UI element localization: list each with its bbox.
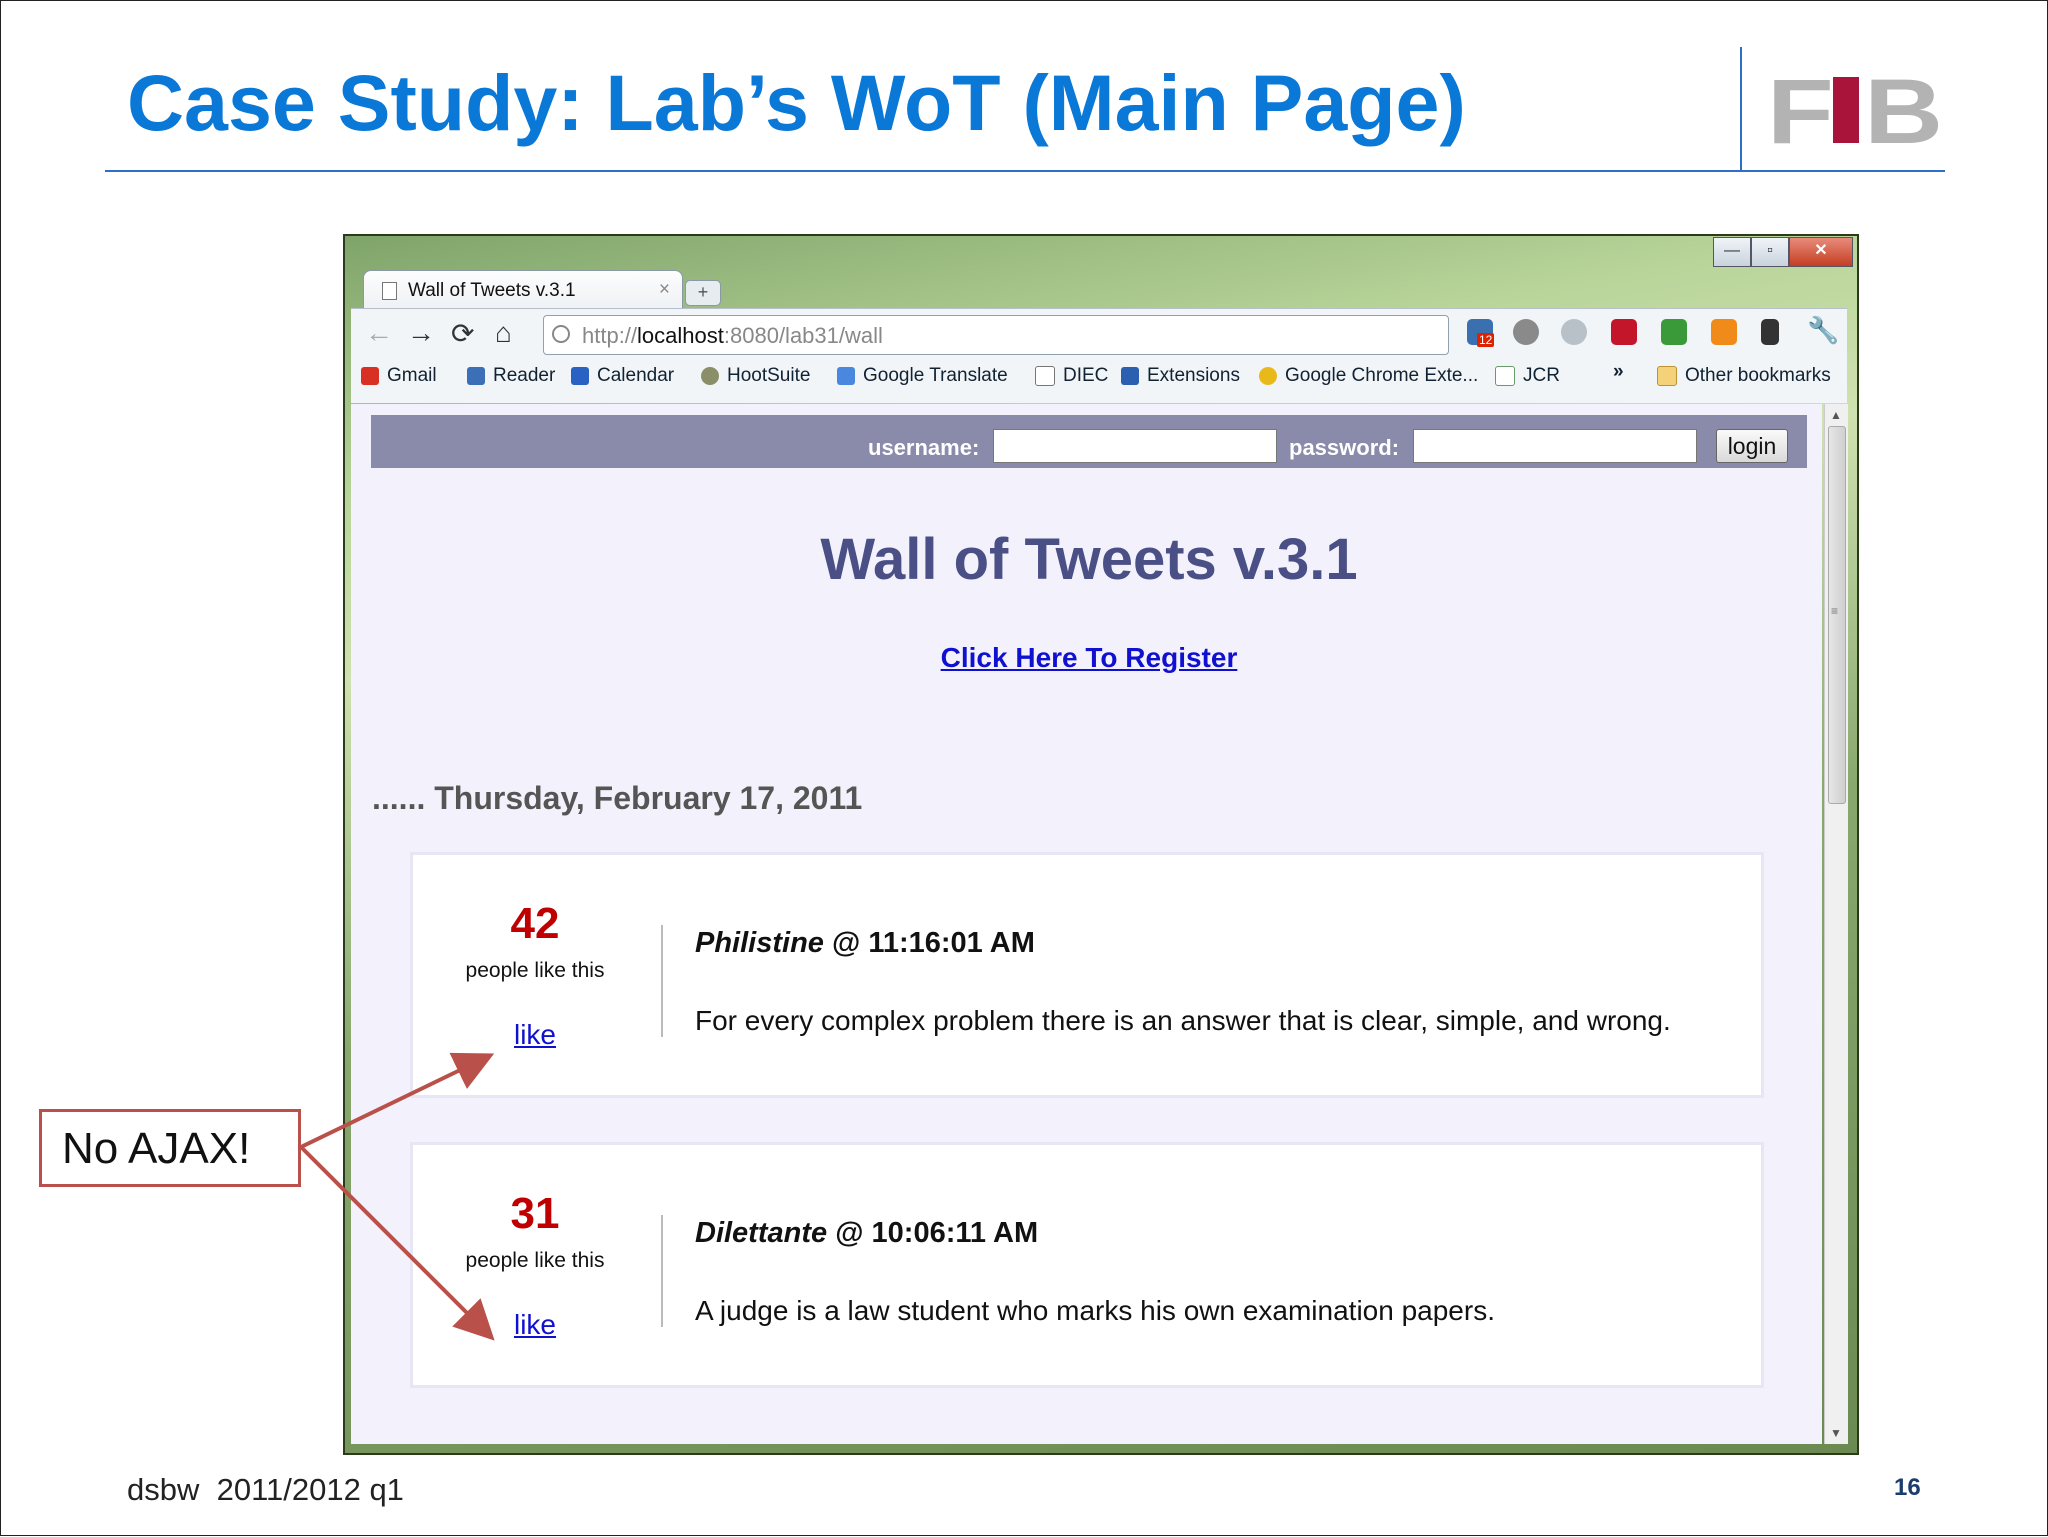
like-link[interactable]: like: [413, 1309, 657, 1341]
hootsuite-icon: [701, 367, 719, 385]
minimize-button[interactable]: —: [1713, 237, 1751, 267]
tweet-card: 31 people like this like Dilettante @ 10…: [410, 1142, 1764, 1388]
bookmark-chrome-extensions[interactable]: Google Chrome Exte...: [1259, 365, 1478, 387]
url-rest: :8080/lab31/wall: [723, 323, 883, 348]
bookmark-reader[interactable]: Reader: [467, 365, 555, 387]
jcr-icon: [1495, 366, 1515, 386]
scroll-up-icon[interactable]: ▲: [1830, 408, 1842, 422]
footer-course: dsbw 2011/2012 q1: [127, 1472, 404, 1507]
maximize-button[interactable]: ▫: [1751, 237, 1789, 267]
browser-window: — ▫ ✕ Wall of Tweets v.3.1 × + ← → ⟳ ⌂ h…: [343, 234, 1859, 1455]
tab-title: Wall of Tweets v.3.1: [408, 280, 576, 301]
people-like-label: people like this: [465, 959, 605, 982]
scroll-grip-icon: ≡: [1831, 604, 1839, 618]
bookmark-calendar[interactable]: Calendar: [571, 365, 674, 387]
tab-close-icon[interactable]: ×: [659, 279, 670, 301]
tweet-at: @: [823, 927, 869, 959]
address-url: http://localhost:8080/lab31/wall: [582, 323, 883, 349]
vertical-scrollbar[interactable]: ▲ ≡ ▼: [1824, 404, 1848, 1444]
fib-logo-red-bar: [1833, 77, 1859, 143]
slide: Case Study: Lab’s WoT (Main Page) FIB — …: [0, 0, 2048, 1536]
callout-text: No AJAX!: [62, 1124, 251, 1173]
page-number: 16: [1894, 1474, 1921, 1501]
tweet-author: Philistine: [695, 927, 824, 959]
bookmarks-bar: Gmail Reader Calendar HootSuite Google T…: [351, 359, 1847, 395]
gear-extension-icon[interactable]: [1513, 319, 1539, 345]
chrome-icon: [1259, 367, 1277, 385]
url-host: localhost: [637, 323, 724, 348]
bookmark-hootsuite[interactable]: HootSuite: [701, 365, 810, 387]
slide-title: Case Study: Lab’s WoT (Main Page): [127, 58, 1466, 147]
green-extension-icon[interactable]: [1661, 319, 1687, 345]
reader-icon: [467, 367, 485, 385]
tweet-header: Dilettante @ 10:06:11 AM: [695, 1217, 1038, 1250]
puzzle-icon: [1121, 367, 1139, 385]
register-link[interactable]: Click Here To Register: [351, 642, 1807, 674]
phone-extension-icon[interactable]: [1761, 319, 1779, 345]
like-count: 42: [510, 899, 560, 948]
bookmark-jcr[interactable]: JCR: [1495, 365, 1560, 387]
globe-icon: [552, 325, 570, 343]
other-bookmarks[interactable]: Other bookmarks: [1657, 365, 1831, 387]
forward-arrow-icon[interactable]: →: [407, 317, 435, 349]
page-heading: Wall of Tweets v.3.1: [820, 527, 1358, 592]
home-icon[interactable]: ⌂: [495, 317, 512, 349]
extension-badge: 12: [1477, 333, 1495, 347]
username-input[interactable]: [993, 429, 1277, 463]
page-icon: [1035, 366, 1055, 386]
url-prefix: http://: [582, 323, 638, 348]
login-button[interactable]: login: [1716, 429, 1788, 463]
bookmark-diec[interactable]: DIEC: [1035, 365, 1108, 387]
logo-divider: [1740, 47, 1742, 171]
fib-logo: FIB: [1767, 75, 1943, 147]
tweet-time: 10:06:11 AM: [871, 1217, 1039, 1249]
browser-toolbar: ← → ⟳ ⌂ http://localhost:8080/lab31/wall…: [351, 308, 1847, 403]
bookmark-extensions[interactable]: Extensions: [1121, 365, 1240, 387]
people-like-label: people like this: [465, 1249, 605, 1272]
username-label: username:: [868, 435, 980, 460]
gmail-icon: [361, 367, 379, 385]
tweet-text: For every complex problem there is an an…: [695, 1005, 1671, 1036]
wrench-icon[interactable]: 🔧: [1807, 315, 1839, 346]
tweet-time: 11:16:01 AM: [868, 927, 1035, 959]
tweet-text: A judge is a law student who marks his o…: [695, 1295, 1495, 1326]
address-bar[interactable]: http://localhost:8080/lab31/wall: [543, 315, 1449, 355]
tweet-header: Philistine @ 11:16:01 AM: [695, 927, 1035, 960]
red-extension-icon[interactable]: [1611, 319, 1637, 345]
like-link[interactable]: like: [413, 1019, 657, 1051]
browser-tab[interactable]: Wall of Tweets v.3.1 ×: [363, 270, 683, 309]
callout-box: No AJAX!: [39, 1109, 301, 1187]
globe-extension-icon[interactable]: [1561, 319, 1587, 345]
tweet-author: Dilettante: [695, 1217, 828, 1249]
close-window-button[interactable]: ✕: [1789, 237, 1853, 267]
page-icon: [382, 282, 397, 300]
scroll-down-icon[interactable]: ▼: [1830, 1426, 1842, 1440]
bookmark-gmail[interactable]: Gmail: [361, 365, 437, 387]
reload-icon[interactable]: ⟳: [451, 317, 474, 350]
back-arrow-icon[interactable]: ←: [365, 317, 393, 349]
like-count: 31: [510, 1189, 560, 1238]
bookmarks-overflow-button[interactable]: »: [1613, 361, 1624, 383]
bookmark-google-translate[interactable]: Google Translate: [837, 365, 1008, 387]
rss-extension-icon[interactable]: 12: [1467, 319, 1495, 347]
password-input[interactable]: [1413, 429, 1697, 463]
translate-icon: [837, 367, 855, 385]
tweet-card: 42 people like this like Philistine @ 11…: [410, 852, 1764, 1098]
tweet-divider: [661, 925, 663, 1037]
folder-icon: [1657, 366, 1677, 386]
login-bar: username: password: login: [371, 415, 1807, 468]
tweet-at: @: [827, 1217, 872, 1249]
date-heading: ...... Thursday, February 17, 2011: [372, 780, 863, 816]
calendar-icon: [571, 367, 589, 385]
password-label: password:: [1289, 435, 1400, 460]
title-rule: [105, 170, 1945, 172]
tweet-divider: [661, 1215, 663, 1327]
orange-extension-icon[interactable]: [1711, 319, 1737, 345]
window-controls: — ▫ ✕: [1713, 237, 1853, 267]
new-tab-button[interactable]: +: [685, 280, 721, 306]
page-viewport: username: password: login Wall of Tweets…: [351, 404, 1822, 1444]
